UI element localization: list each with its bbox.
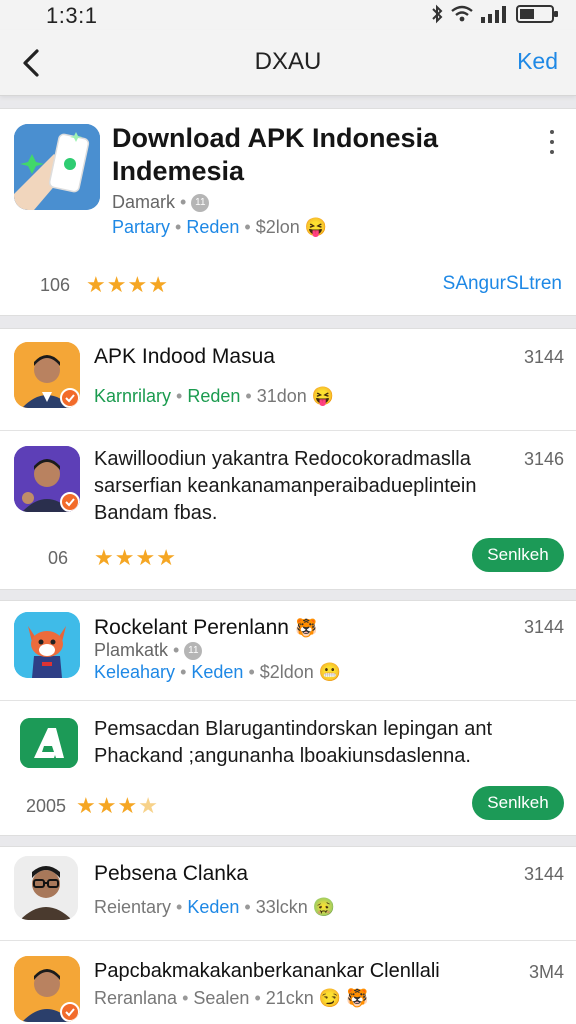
row-divider (0, 700, 576, 701)
star-filled-icon: ★ (148, 272, 168, 297)
app-title-line[interactable]: Rockelant Perenlann 🐯 (94, 616, 317, 640)
status-icons (430, 4, 560, 29)
featured-rating: 106 ★ ★ ★ ★ (40, 272, 168, 298)
wifi-icon (450, 5, 474, 28)
page-title: DXAU (254, 48, 322, 75)
star-filled-icon: ★ (106, 272, 127, 297)
app-title[interactable]: Papcbakmakakanberkanankar Clenllali (94, 960, 440, 983)
price-label: 21ckn (265, 988, 314, 1008)
row-divider (0, 430, 576, 431)
app-tags-line: Karnrilary • Reden • 31don 😝 (94, 386, 335, 407)
app-rating: 2005 ★ ★ ★ ★ (26, 793, 158, 819)
tiger-emoji-icon: 🐯 (294, 617, 318, 638)
navigation-bar: DXAU Ked (0, 30, 576, 96)
tiger-emoji-icon: 🐯 (346, 988, 369, 1008)
more-options-button[interactable] (548, 130, 556, 154)
star-filled-icon: ★ (96, 793, 117, 818)
app-title[interactable]: Pebsena Clanka (94, 862, 248, 886)
rating-count: 106 (40, 274, 71, 295)
install-button[interactable]: Senlkeh (472, 538, 564, 572)
star-filled-icon: ★ (94, 545, 114, 570)
status-time: 1:3:1 (46, 3, 98, 28)
star-filled-icon: ★ (127, 272, 148, 297)
status-tag[interactable]: Keden (191, 662, 243, 683)
developer-name: Plamkatk (94, 640, 169, 660)
status-tag[interactable]: Reden (186, 217, 239, 238)
app-icon-avatar[interactable] (14, 342, 80, 408)
app-size: 3144 (523, 864, 564, 884)
status-bar: 1:3:1 (0, 0, 576, 30)
app-size: 3146 (523, 449, 564, 469)
category-tag[interactable]: Reranlana (94, 988, 177, 1009)
app-icon-letter[interactable] (20, 718, 78, 768)
status-tag[interactable]: Sealen (193, 988, 249, 1009)
category-tag[interactable]: Reientary (94, 897, 171, 918)
app-icon-fox[interactable] (14, 612, 80, 678)
app-size: 3144 (523, 347, 564, 367)
install-button[interactable]: Senlkeh (472, 786, 564, 820)
emoji-icon: 🤢 (312, 897, 336, 917)
price-label: 31don (256, 386, 307, 406)
featured-link[interactable]: SAngurSLtren (443, 273, 562, 295)
app-title[interactable]: Rockelant Perenlann (94, 616, 289, 640)
verified-badge-icon: 11 (191, 193, 210, 212)
star-empty-icon: ★ (138, 793, 158, 818)
status-tag[interactable]: Reden (187, 386, 240, 407)
rating-count: 06 (48, 547, 69, 568)
app-icon-avatar[interactable] (14, 956, 80, 1022)
price-label: $2lon (255, 217, 300, 237)
app-tags-line: Reientary • Keden • 33lckn 🤢 (94, 897, 336, 918)
bluetooth-icon (430, 4, 444, 29)
rating-count: 2005 (26, 795, 67, 816)
app-tags-line: Reranlana • Sealen • 21ckn 😏 🐯 (94, 988, 369, 1009)
featured-app-icon[interactable] (14, 124, 100, 210)
star-filled-icon: ★ (135, 545, 156, 570)
price-label: $2ldon (259, 662, 314, 682)
app-rating: 06 ★ ★ ★ ★ (48, 545, 176, 571)
app-description: Pemsacdan Blarugantindorskan lepingan an… (94, 718, 493, 767)
app-description: Kawilloodiun yakantra Redocokoradmaslla … (94, 448, 477, 524)
featured-developer-line: Damark • 11 (112, 192, 210, 213)
app-title[interactable]: APK Indood Masua (94, 345, 275, 369)
featured-tags-line: Partary • Reden • $2lon 😝 (112, 217, 328, 238)
star-rating: ★ ★ ★ ★ (94, 545, 176, 571)
row-divider (0, 940, 576, 941)
star-filled-icon: ★ (156, 545, 176, 570)
app-icon-avatar[interactable] (14, 856, 78, 920)
price-label: 33lckn (255, 897, 308, 917)
app-developer-line: Plamkatk • 11 (94, 640, 203, 661)
app-tags-line: Keleahary • Keden • $2ldon 😬 (94, 662, 342, 683)
category-tag[interactable]: Partary (112, 217, 170, 238)
star-filled-icon: ★ (86, 272, 106, 297)
star-rating: ★ ★ ★ ★ (76, 793, 158, 819)
nav-action-button[interactable]: Ked (517, 48, 558, 75)
app-icon-avatar[interactable] (14, 446, 80, 512)
emoji-icon: 😏 (318, 988, 342, 1008)
battery-icon (516, 4, 560, 29)
signal-icon (480, 5, 510, 28)
developer-name: Damark (112, 192, 176, 212)
emoji-icon: 😝 (311, 386, 335, 406)
app-size: 3144 (523, 617, 564, 637)
emoji-icon: 😝 (304, 217, 328, 237)
star-rating: ★ ★ ★ ★ (86, 272, 168, 298)
app-size: 3M4 (528, 962, 564, 982)
featured-app-title[interactable]: Download APK Indonesia Indemesia (112, 122, 512, 188)
category-tag[interactable]: Karnrilary (94, 386, 171, 407)
verified-badge-icon: 11 (184, 641, 203, 660)
emoji-icon: 😬 (318, 662, 342, 682)
category-tag[interactable]: Keleahary (94, 662, 175, 683)
star-filled-icon: ★ (114, 545, 135, 570)
status-tag[interactable]: Keden (187, 897, 239, 918)
star-filled-icon: ★ (76, 793, 96, 818)
star-filled-icon: ★ (117, 793, 138, 818)
